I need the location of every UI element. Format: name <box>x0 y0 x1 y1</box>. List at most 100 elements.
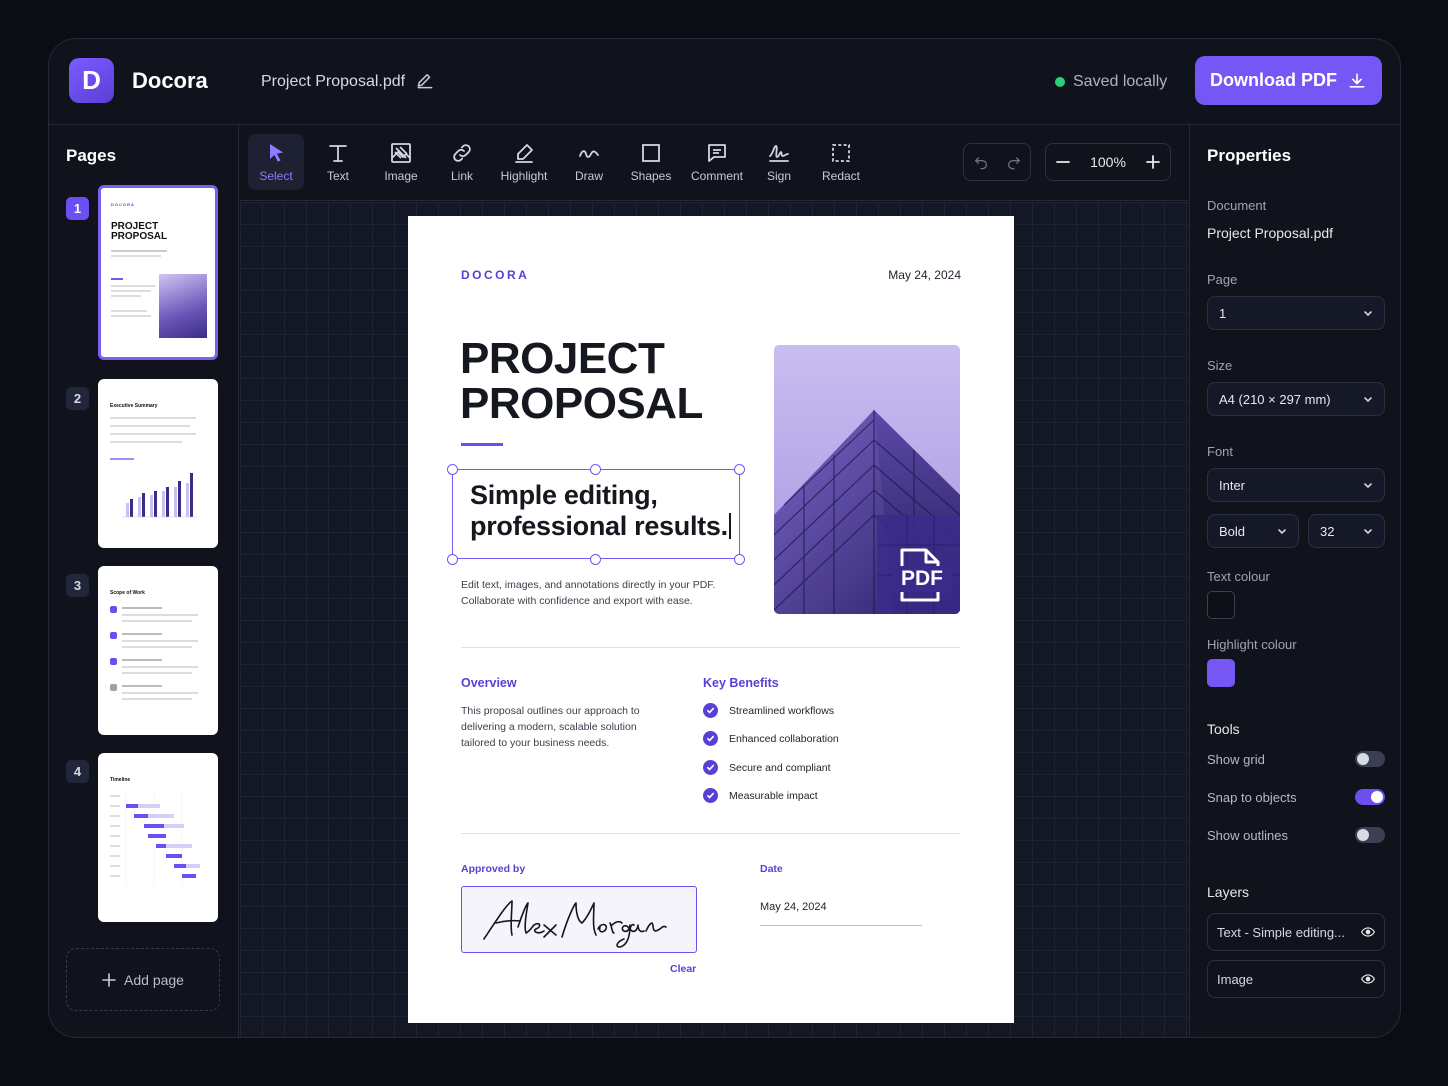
font-size-select[interactable]: 32 <box>1308 514 1385 548</box>
divider <box>461 833 960 834</box>
thumb-line <box>111 250 167 252</box>
tool-redact[interactable]: Redact <box>813 134 869 190</box>
resize-handle-s[interactable] <box>590 554 601 565</box>
page-number-1: 1 <box>66 197 89 220</box>
overview-heading[interactable]: Overview <box>461 676 517 690</box>
building-image[interactable]: PDF <box>774 345 960 614</box>
comment-icon <box>708 144 726 162</box>
doc-subtext[interactable]: Edit text, images, and annotations direc… <box>461 577 721 609</box>
benefit-item[interactable]: Enhanced collaboration <box>703 731 839 746</box>
tool-comment[interactable]: Comment <box>689 134 745 190</box>
page-thumbnail-4[interactable]: Timeline <box>98 753 218 922</box>
toggle-switch[interactable] <box>1355 789 1385 805</box>
plus-icon <box>102 972 116 987</box>
image-icon <box>391 143 411 163</box>
page-thumbnail-2[interactable]: Executive Summary <box>98 379 218 548</box>
add-page-button[interactable]: Add page <box>66 948 220 1011</box>
tool-label: Link <box>450 169 473 183</box>
layer-item[interactable]: Text - Simple editing... <box>1207 913 1385 951</box>
zoom-level[interactable]: 100% <box>1090 154 1126 170</box>
tool-label: Highlight <box>500 169 548 183</box>
toggle-show-outlines[interactable]: Show outlines <box>1207 827 1385 843</box>
page-thumbnail-3[interactable]: Scope of Work <box>98 566 218 735</box>
pencil-edit-icon[interactable] <box>415 71 435 91</box>
page-number-3: 3 <box>66 574 89 597</box>
toggle-show-grid[interactable]: Show grid <box>1207 751 1385 767</box>
font-select[interactable]: Inter <box>1207 468 1385 502</box>
highlight-colour-label: Highlight colour <box>1207 637 1297 652</box>
redo-icon[interactable] <box>1006 154 1022 170</box>
page-thumbnail-1[interactable]: DOCORA PROJECT PROPOSAL <box>98 185 218 360</box>
font-label: Font <box>1207 444 1234 459</box>
link-icon <box>453 144 471 162</box>
file-name[interactable]: Project Proposal.pdf <box>261 73 405 91</box>
eye-icon[interactable] <box>1361 972 1375 986</box>
thumb-bullet <box>110 684 117 691</box>
tool-draw[interactable]: Draw <box>561 134 617 190</box>
doc-subtext-line-2: Collaborate with confidence and export w… <box>461 595 693 607</box>
check-circle-icon <box>703 760 718 775</box>
highlight-colour-swatch[interactable] <box>1207 659 1235 687</box>
overview-body[interactable]: This proposal outlines our approach to d… <box>461 703 661 751</box>
toggle-switch[interactable] <box>1355 751 1385 767</box>
benefit-item[interactable]: Streamlined workflows <box>703 703 834 718</box>
tool-text[interactable]: Text <box>310 134 366 190</box>
thumb-title-2: PROPOSAL <box>111 231 168 242</box>
benefit-text: Secure and compliant <box>729 761 831 774</box>
size-label: Size <box>1207 358 1233 373</box>
tool-image[interactable]: Image <box>373 134 429 190</box>
thumb-line <box>111 315 151 317</box>
pages-title: Pages <box>66 146 117 165</box>
thumb-line <box>122 692 198 694</box>
page-select[interactable]: 1 <box>1207 296 1385 330</box>
signature-field[interactable]: Alex Morgan <box>461 886 697 953</box>
signature-date[interactable]: May 24, 2024 <box>760 901 827 913</box>
download-pdf-button[interactable]: Download PDF <box>1195 56 1382 105</box>
editor-canvas[interactable]: DOCORA May 24, 2024 PROJECT PROPOSAL Sim… <box>240 202 1188 1037</box>
date-underline <box>760 925 922 926</box>
doc-title[interactable]: PROJECT PROPOSAL <box>460 336 703 426</box>
check-circle-icon <box>703 731 718 746</box>
clear-signature-button[interactable]: Clear <box>670 963 696 975</box>
doc-headline[interactable]: Simple editing, professional results. <box>470 480 731 542</box>
layer-item[interactable]: Image <box>1207 960 1385 998</box>
thumb-line <box>111 310 147 312</box>
toggle-snap-to-objects[interactable]: Snap to objects <box>1207 789 1385 805</box>
resize-handle-n[interactable] <box>590 464 601 475</box>
zoom-out-icon[interactable] <box>1056 155 1070 169</box>
font-size-value: 32 <box>1320 523 1335 539</box>
thumb-title: Timeline <box>110 777 131 783</box>
thumb-line <box>122 646 192 648</box>
tool-select[interactable]: Select <box>248 134 304 190</box>
size-select[interactable]: A4 (210 × 297 mm) <box>1207 382 1385 416</box>
resize-handle-nw[interactable] <box>447 464 458 475</box>
tool-label: Comment <box>690 169 743 183</box>
resize-handle-se[interactable] <box>734 554 745 565</box>
text-colour-swatch[interactable] <box>1207 591 1235 619</box>
thumb-line <box>111 255 161 257</box>
editor-toolbar: Select Text Image Link Highlight Draw Sh… <box>240 125 1188 201</box>
tool-highlight[interactable]: Highlight <box>496 134 552 190</box>
thumb-line <box>111 290 151 292</box>
resize-handle-sw[interactable] <box>447 554 458 565</box>
resize-handle-ne[interactable] <box>734 464 745 475</box>
overview-line-1: This proposal outlines our approach to <box>461 705 640 717</box>
doc-date[interactable]: May 24, 2024 <box>888 268 961 282</box>
tool-shapes[interactable]: Shapes <box>623 134 679 190</box>
save-status: Saved locally <box>1055 73 1167 91</box>
text-colour-label: Text colour <box>1207 569 1270 584</box>
undo-icon[interactable] <box>973 154 989 170</box>
eye-icon[interactable] <box>1361 925 1375 939</box>
document-page[interactable]: DOCORA May 24, 2024 PROJECT PROPOSAL Sim… <box>408 216 1014 1023</box>
benefit-item[interactable]: Measurable impact <box>703 788 818 803</box>
tool-link[interactable]: Link <box>434 134 490 190</box>
layer-name: Image <box>1217 971 1254 987</box>
download-icon <box>1349 73 1365 88</box>
zoom-in-icon[interactable] <box>1146 155 1160 169</box>
toggle-switch[interactable] <box>1355 827 1385 843</box>
tool-sign[interactable]: Sign <box>751 134 807 190</box>
benefit-item[interactable]: Secure and compliant <box>703 760 831 775</box>
font-weight-select[interactable]: Bold <box>1207 514 1299 548</box>
benefits-heading[interactable]: Key Benefits <box>703 676 779 690</box>
page-select-value: 1 <box>1219 305 1227 321</box>
